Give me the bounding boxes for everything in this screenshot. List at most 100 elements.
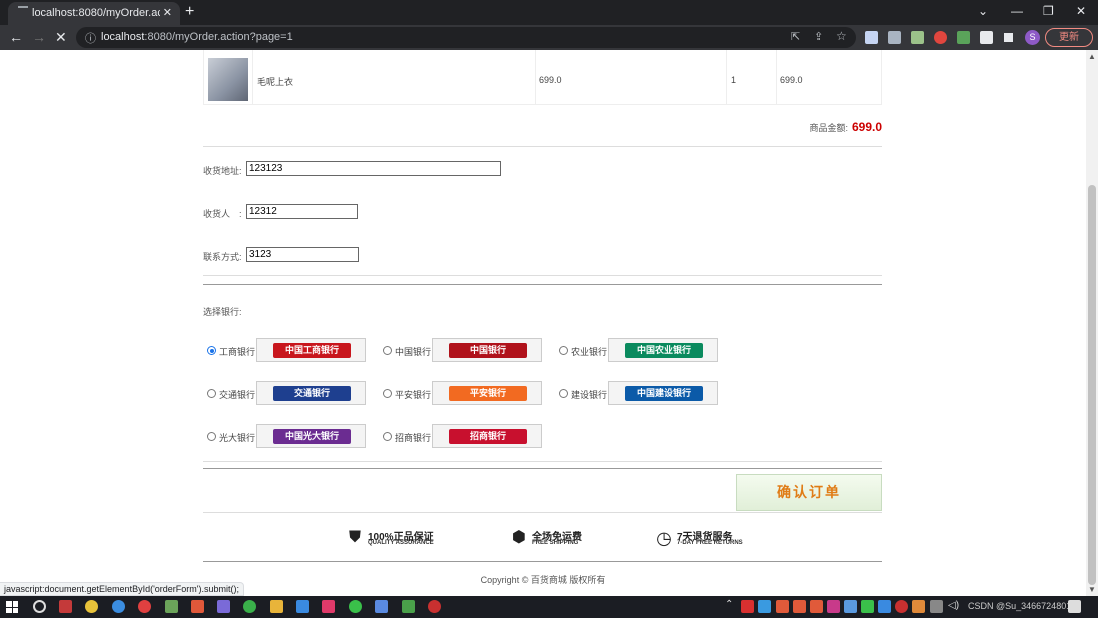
address-input[interactable] — [246, 161, 501, 176]
extension-leaf-icon[interactable] — [957, 31, 970, 44]
tray-app-icon[interactable] — [827, 600, 840, 613]
side-panel-icon[interactable] — [1002, 31, 1015, 44]
file-explorer-icon[interactable] — [270, 600, 283, 613]
tray-expand-icon[interactable]: ⌃ — [725, 599, 733, 610]
tray-app-icon[interactable] — [741, 600, 754, 613]
maximize-icon[interactable]: ❐ — [1043, 4, 1054, 18]
tray-app-icon[interactable] — [861, 600, 874, 613]
back-icon[interactable]: ← — [9, 29, 23, 45]
wechat-icon[interactable] — [349, 600, 362, 613]
bank-logo[interactable]: 交通银行 — [256, 381, 366, 405]
divider — [203, 512, 882, 513]
site-info-icon[interactable]: ⓘ — [85, 30, 96, 46]
scroll-up-icon[interactable]: ▲ — [1088, 52, 1096, 61]
stop-loading-icon[interactable]: ✕ — [55, 29, 67, 46]
taskbar-app-icon[interactable] — [428, 600, 441, 613]
taskbar-app-icon[interactable] — [138, 600, 151, 613]
bank-name[interactable]: 交通银行 — [219, 388, 255, 401]
bank-logo[interactable]: 中国光大银行 — [256, 424, 366, 448]
divider — [203, 561, 882, 562]
address-bar[interactable]: ⓘ localhost:8080/myOrder.action?page=1 ⇱… — [76, 27, 856, 48]
tab-search-icon[interactable]: ⌄ — [978, 4, 988, 18]
bank-logo[interactable]: 中国银行 — [432, 338, 542, 362]
page-scrollbar[interactable]: ▲ ▼ — [1086, 50, 1098, 596]
taskbar-app-icon[interactable] — [243, 600, 256, 613]
bank-radio[interactable] — [383, 432, 392, 441]
bank-name[interactable]: 工商银行 — [219, 345, 255, 358]
product-subtotal: 699.0 — [780, 75, 803, 85]
windows-start-icon[interactable] — [6, 601, 18, 613]
divider — [203, 275, 882, 276]
close-window-icon[interactable]: ✕ — [1076, 4, 1086, 18]
product-thumbnail[interactable] — [208, 58, 248, 101]
taskbar-app-icon[interactable] — [322, 600, 335, 613]
extension-camera-icon[interactable] — [888, 31, 901, 44]
tray-app-icon[interactable] — [844, 600, 857, 613]
bank-name[interactable]: 招商银行 — [395, 431, 431, 444]
share-icon[interactable]: ⇪ — [814, 30, 823, 43]
taskbar-app-icon[interactable] — [59, 600, 72, 613]
tray-app-icon[interactable] — [793, 600, 806, 613]
search-icon[interactable] — [33, 600, 46, 613]
bank-logo[interactable]: 中国农业银行 — [608, 338, 718, 362]
bank-logo[interactable]: 中国建设银行 — [608, 381, 718, 405]
browser-toolbar: ← → ✕ ⓘ localhost:8080/myOrder.action?pa… — [0, 25, 1098, 50]
confirm-order-button[interactable]: 确认订单 — [736, 474, 882, 511]
tab-title: localhost:8080/myOrder.actio — [32, 7, 160, 19]
bank-name[interactable]: 农业银行 — [571, 345, 607, 358]
close-tab-icon[interactable]: ✕ — [163, 6, 172, 19]
open-in-app-icon[interactable]: ⇱ — [791, 30, 800, 43]
bank-radio[interactable] — [559, 389, 568, 398]
extension-shield-icon[interactable] — [934, 31, 947, 44]
forward-icon[interactable]: → — [32, 29, 46, 45]
browser-tab[interactable]: localhost:8080/myOrder.actio ✕ — [8, 2, 180, 25]
tray-app-icon[interactable] — [810, 600, 823, 613]
scroll-thumb[interactable] — [1088, 185, 1096, 585]
bank-radio[interactable] — [207, 432, 216, 441]
bank-name[interactable]: 光大银行 — [219, 431, 255, 444]
bank-name[interactable]: 中国银行 — [395, 345, 431, 358]
extensions-puzzle-icon[interactable] — [980, 31, 993, 44]
tray-app-icon[interactable] — [895, 600, 908, 613]
product-name[interactable]: 毛呢上衣 — [257, 75, 293, 88]
bank-logo-text: 中国工商银行 — [273, 343, 351, 358]
taskbar-app-icon[interactable] — [402, 600, 415, 613]
scroll-down-icon[interactable]: ▼ — [1088, 585, 1096, 594]
taskbar-app-icon[interactable] — [217, 600, 230, 613]
update-button[interactable]: 更新 — [1045, 28, 1093, 47]
bank-name[interactable]: 建设银行 — [571, 388, 607, 401]
minimize-icon[interactable]: — — [1011, 4, 1023, 18]
tray-app-icon[interactable] — [878, 600, 891, 613]
phone-input[interactable] — [246, 247, 359, 262]
bookmark-star-icon[interactable]: ☆ — [836, 29, 847, 43]
chrome-icon[interactable] — [85, 600, 98, 613]
bank-radio[interactable] — [207, 389, 216, 398]
bank-logo[interactable]: 中国工商银行 — [256, 338, 366, 362]
taskbar-app-icon[interactable] — [165, 600, 178, 613]
taskbar-app-icon[interactable] — [296, 600, 309, 613]
tray-app-icon[interactable] — [776, 600, 789, 613]
taskbar-app-icon[interactable] — [112, 600, 125, 613]
taskbar-app-icon[interactable] — [191, 600, 204, 613]
receiver-input[interactable] — [246, 204, 358, 219]
tray-app-icon[interactable] — [758, 600, 771, 613]
url-text[interactable]: localhost:8080/myOrder.action?page=1 — [101, 31, 293, 43]
bank-logo[interactable]: 招商银行 — [432, 424, 542, 448]
new-tab-icon[interactable]: + — [185, 3, 194, 21]
bank-logo[interactable]: 平安银行 — [432, 381, 542, 405]
tray-app-icon[interactable] — [912, 600, 925, 613]
profile-avatar[interactable]: S — [1025, 30, 1040, 45]
browser-tab-bar: localhost:8080/myOrder.actio ✕ + ⌄ — ❐ ✕ — [0, 0, 1098, 25]
receiver-label: 收货人 : — [203, 209, 242, 219]
bank-radio[interactable] — [383, 389, 392, 398]
network-icon[interactable] — [930, 600, 943, 613]
bank-radio[interactable] — [207, 346, 216, 355]
extension-image-icon[interactable] — [911, 31, 924, 44]
bank-radio[interactable] — [383, 346, 392, 355]
bank-radio[interactable] — [559, 346, 568, 355]
taskbar-app-icon[interactable] — [375, 600, 388, 613]
notification-icon[interactable] — [1068, 600, 1081, 613]
extension-chat-icon[interactable] — [865, 31, 878, 44]
bank-name[interactable]: 平安银行 — [395, 388, 431, 401]
volume-icon[interactable]: ◁) — [948, 600, 959, 611]
